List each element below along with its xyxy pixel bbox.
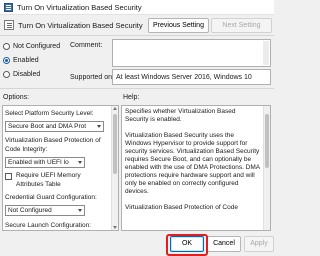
help-scrollbar[interactable] xyxy=(263,106,270,230)
options-scrollbar[interactable] xyxy=(111,106,118,230)
uefi-memory-label-line2: Attributes Table xyxy=(16,181,61,188)
radio-label: Disabled xyxy=(13,70,41,78)
supported-on-value: At least Windows Server 2016, Windows 10 xyxy=(112,69,271,85)
scroll-thumb[interactable] xyxy=(113,114,117,174)
credential-guard-label: Credential Guard Configuration: xyxy=(5,194,97,201)
help-paragraph: Specifies whether Virtualization Based S… xyxy=(125,108,236,123)
radio-not-configured[interactable]: Not Configured xyxy=(3,41,60,51)
scroll-up-arrow-icon[interactable] xyxy=(113,107,117,110)
options-pane: Select Platform Security Level: Secure B… xyxy=(2,105,119,231)
radio-disabled[interactable]: Disabled xyxy=(3,69,40,79)
scroll-thumb[interactable] xyxy=(265,114,269,168)
vbpci-dropdown[interactable]: Enabled with UEFI lo xyxy=(5,157,85,168)
platform-security-label: Select Platform Security Level: xyxy=(5,110,94,117)
vbpci-label-line2: Code Integrity: xyxy=(5,146,48,153)
uefi-memory-label: Require UEFI Memory xyxy=(16,172,81,179)
options-label: Options: xyxy=(3,94,30,101)
next-setting-button[interactable]: Next Setting xyxy=(211,18,272,33)
ok-highlight-box xyxy=(166,234,208,256)
radio-label: Not Configured xyxy=(13,42,61,50)
vbpci-label: Virtualization Based Protection of xyxy=(5,137,101,144)
help-paragraph: Virtualization Based Security uses the W… xyxy=(125,132,260,195)
comment-field[interactable] xyxy=(112,39,271,67)
radio-label: Enabled xyxy=(13,56,39,64)
credential-guard-dropdown[interactable]: Not Configured xyxy=(5,205,85,216)
radio-circle-selected[interactable] xyxy=(3,56,10,64)
help-pane: Specifies whether Virtualization Based S… xyxy=(121,105,271,231)
title-bar: Turn On Virtualization Based Security xyxy=(0,0,274,15)
policy-icon xyxy=(4,3,13,12)
uefi-memory-checkbox[interactable] xyxy=(5,173,12,180)
radio-circle[interactable] xyxy=(3,70,10,78)
setting-icon xyxy=(4,20,14,30)
divider xyxy=(0,88,274,89)
help-text: Specifies whether Virtualization Based S… xyxy=(125,108,260,220)
setting-name: Turn On Virtualization Based Security xyxy=(18,21,143,30)
radio-enabled[interactable]: Enabled xyxy=(3,55,39,65)
secure-launch-label: Secure Launch Configuration: xyxy=(5,222,92,229)
radio-circle[interactable] xyxy=(3,42,10,50)
help-label: Help: xyxy=(123,94,140,101)
window-title: Turn On Virtualization Based Security xyxy=(17,3,142,12)
previous-setting-button[interactable]: Previous Setting xyxy=(148,18,209,33)
scroll-down-arrow-icon[interactable] xyxy=(113,226,117,229)
help-paragraph: Virtualization Based Protection of Code xyxy=(125,204,238,211)
cancel-button[interactable]: Cancel xyxy=(207,236,241,252)
supported-on-label: Supported on: xyxy=(70,74,114,81)
dialog-footer: OK Cancel Apply xyxy=(0,233,274,256)
comment-label: Comment: xyxy=(70,42,103,49)
platform-security-dropdown[interactable]: Secure Boot and DMA Prot xyxy=(5,121,104,132)
apply-button[interactable]: Apply xyxy=(244,236,274,252)
